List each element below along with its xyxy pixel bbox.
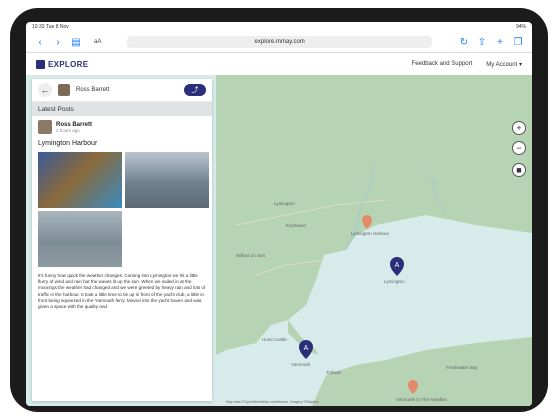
reload-icon[interactable]: ↻ [458, 36, 470, 48]
back-arrow-icon[interactable]: ← [38, 83, 52, 97]
screen: 10:33 Tue 8 Nov 94% ‹ › ▤ aA explore.mma… [26, 22, 532, 406]
post-card: Ross Barrett 2 hours ago Lymington Harbo… [32, 116, 212, 314]
status-time: 10:33 Tue 8 Nov [32, 24, 69, 30]
author-avatar [38, 120, 52, 134]
map-label-yarmouth: Yarmouth [291, 362, 311, 367]
photo-grid [38, 152, 209, 267]
post-body: It's funny how quick the weather changes… [38, 273, 206, 310]
reader-toggle[interactable]: aA [94, 39, 101, 45]
map-pin-lymington[interactable]: A [390, 257, 404, 276]
map-label-lymington: Lymington [274, 201, 295, 206]
map-label-milford: Milford on Sea [236, 253, 266, 258]
post-photo[interactable] [38, 211, 122, 267]
map-label-lymington-harbour: Lymington Harbour [351, 231, 390, 236]
tabs-icon[interactable]: ❐ [512, 36, 524, 48]
zoom-out-button[interactable]: − [512, 141, 526, 155]
new-tab-icon[interactable]: + [494, 36, 506, 48]
panel-username: Ross Barrett [76, 87, 110, 93]
browser-bar: ‹ › ▤ aA explore.mmay.com ↻ ⇧ + ❐ [26, 32, 532, 53]
map-attribution: Map data ©OpenStreetMap contributors, Im… [226, 400, 319, 404]
svg-text:A: A [304, 345, 309, 352]
posts-panel: ← Ross Barrett ⤴ Latest Posts Ross Barre… [32, 79, 212, 401]
map-label-the-needles: Yarmouth to The Needles [396, 397, 447, 402]
logo-text: EXPLORE [48, 59, 89, 69]
post-photo[interactable] [38, 152, 122, 208]
latest-posts-heading: Latest Posts [32, 102, 212, 116]
url-text: explore.mmay.com [254, 39, 305, 45]
author-name: Ross Barrett [56, 121, 93, 128]
back-icon[interactable]: ‹ [34, 36, 46, 48]
map-label-totland: Totland [326, 370, 341, 375]
map-label-lymington-marker: Lymington [384, 279, 405, 284]
post-photo[interactable] [125, 152, 209, 208]
panel-header: ← Ross Barrett ⤴ [32, 79, 212, 102]
zoom-in-button[interactable]: + [512, 121, 526, 135]
share-route-button[interactable]: ⤴ [184, 84, 206, 96]
status-bar: 10:33 Tue 8 Nov 94% [26, 22, 532, 32]
site-navbar: EXPLORE Feedback and Support My Account … [26, 53, 532, 76]
url-bar[interactable]: explore.mmay.com [127, 36, 432, 48]
feedback-link[interactable]: Feedback and Support [412, 61, 473, 68]
avatar [58, 84, 70, 96]
map-label-freshwater: Freshwater Bay [446, 365, 478, 370]
svg-text:A: A [395, 262, 400, 269]
status-battery: 94% [515, 24, 526, 30]
post-date: 2 hours ago [56, 127, 80, 133]
account-menu[interactable]: My Account ▾ [486, 61, 522, 68]
map-label-keyhaven: Keyhaven [286, 223, 307, 228]
share-icon[interactable]: ⇧ [476, 36, 488, 48]
map-label-hurst: Hurst Castle [262, 337, 287, 342]
logo-mark [36, 59, 45, 69]
post-title: Lymington Harbour [38, 140, 98, 147]
forward-icon[interactable]: › [52, 36, 64, 48]
map-layer-button[interactable]: ■ [512, 163, 526, 177]
map-pin-yarmouth[interactable]: A [299, 340, 313, 359]
logo[interactable]: EXPLORE [36, 59, 89, 69]
post-author: Ross Barrett 2 hours ago [38, 120, 206, 134]
main-content: A A Lymington Lymington Harbour Lymingto… [26, 75, 532, 406]
sidebar-icon[interactable]: ▤ [70, 36, 82, 48]
